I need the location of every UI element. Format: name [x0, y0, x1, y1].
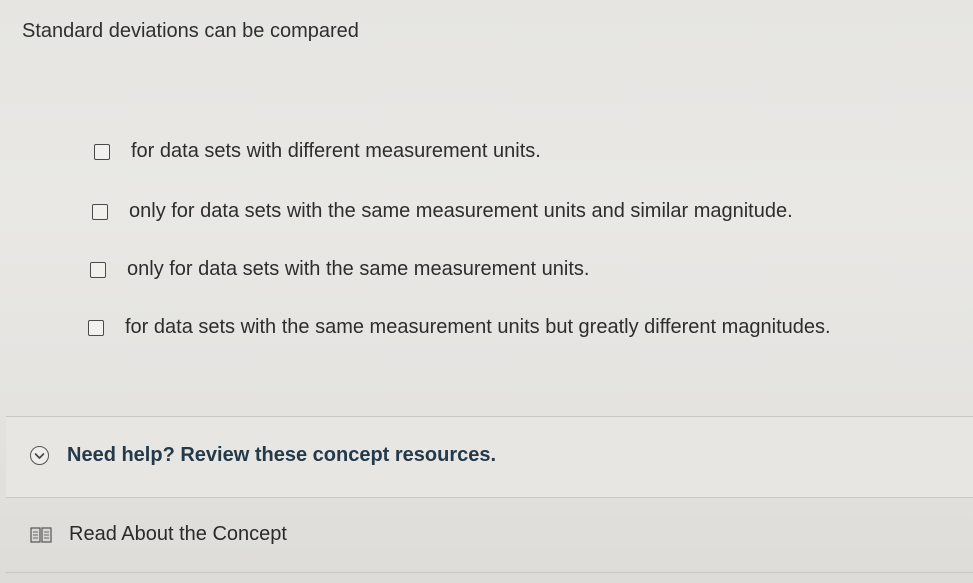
chevron-down-icon[interactable]	[30, 446, 49, 465]
question-text: Standard deviations can be compared	[22, 20, 359, 42]
help-resources-toggle[interactable]: Need help? Review these concept resource…	[30, 444, 496, 467]
read-about-concept-label[interactable]: Read About the Concept	[69, 523, 287, 546]
help-title[interactable]: Need help? Review these concept resource…	[67, 444, 496, 467]
book-icon	[30, 526, 52, 543]
answer-option-2[interactable]: only for data sets with the same measure…	[92, 200, 793, 223]
checkbox[interactable]	[92, 203, 108, 220]
checkbox[interactable]	[90, 261, 106, 278]
answer-option-1[interactable]: for data sets with different measurement…	[94, 140, 541, 163]
answer-option-label: for data sets with the same measurement …	[125, 316, 831, 338]
answer-option-4[interactable]: for data sets with the same measurement …	[88, 316, 831, 339]
answer-option-label: only for data sets with the same measure…	[127, 258, 590, 280]
divider	[6, 572, 973, 573]
answer-option-label: only for data sets with the same measure…	[129, 200, 793, 222]
checkbox[interactable]	[88, 319, 104, 336]
answer-option-3[interactable]: only for data sets with the same measure…	[90, 258, 589, 281]
checkbox[interactable]	[94, 143, 110, 160]
answer-option-label: for data sets with different measurement…	[131, 140, 541, 162]
read-about-concept-link[interactable]: Read About the Concept	[30, 523, 287, 546]
